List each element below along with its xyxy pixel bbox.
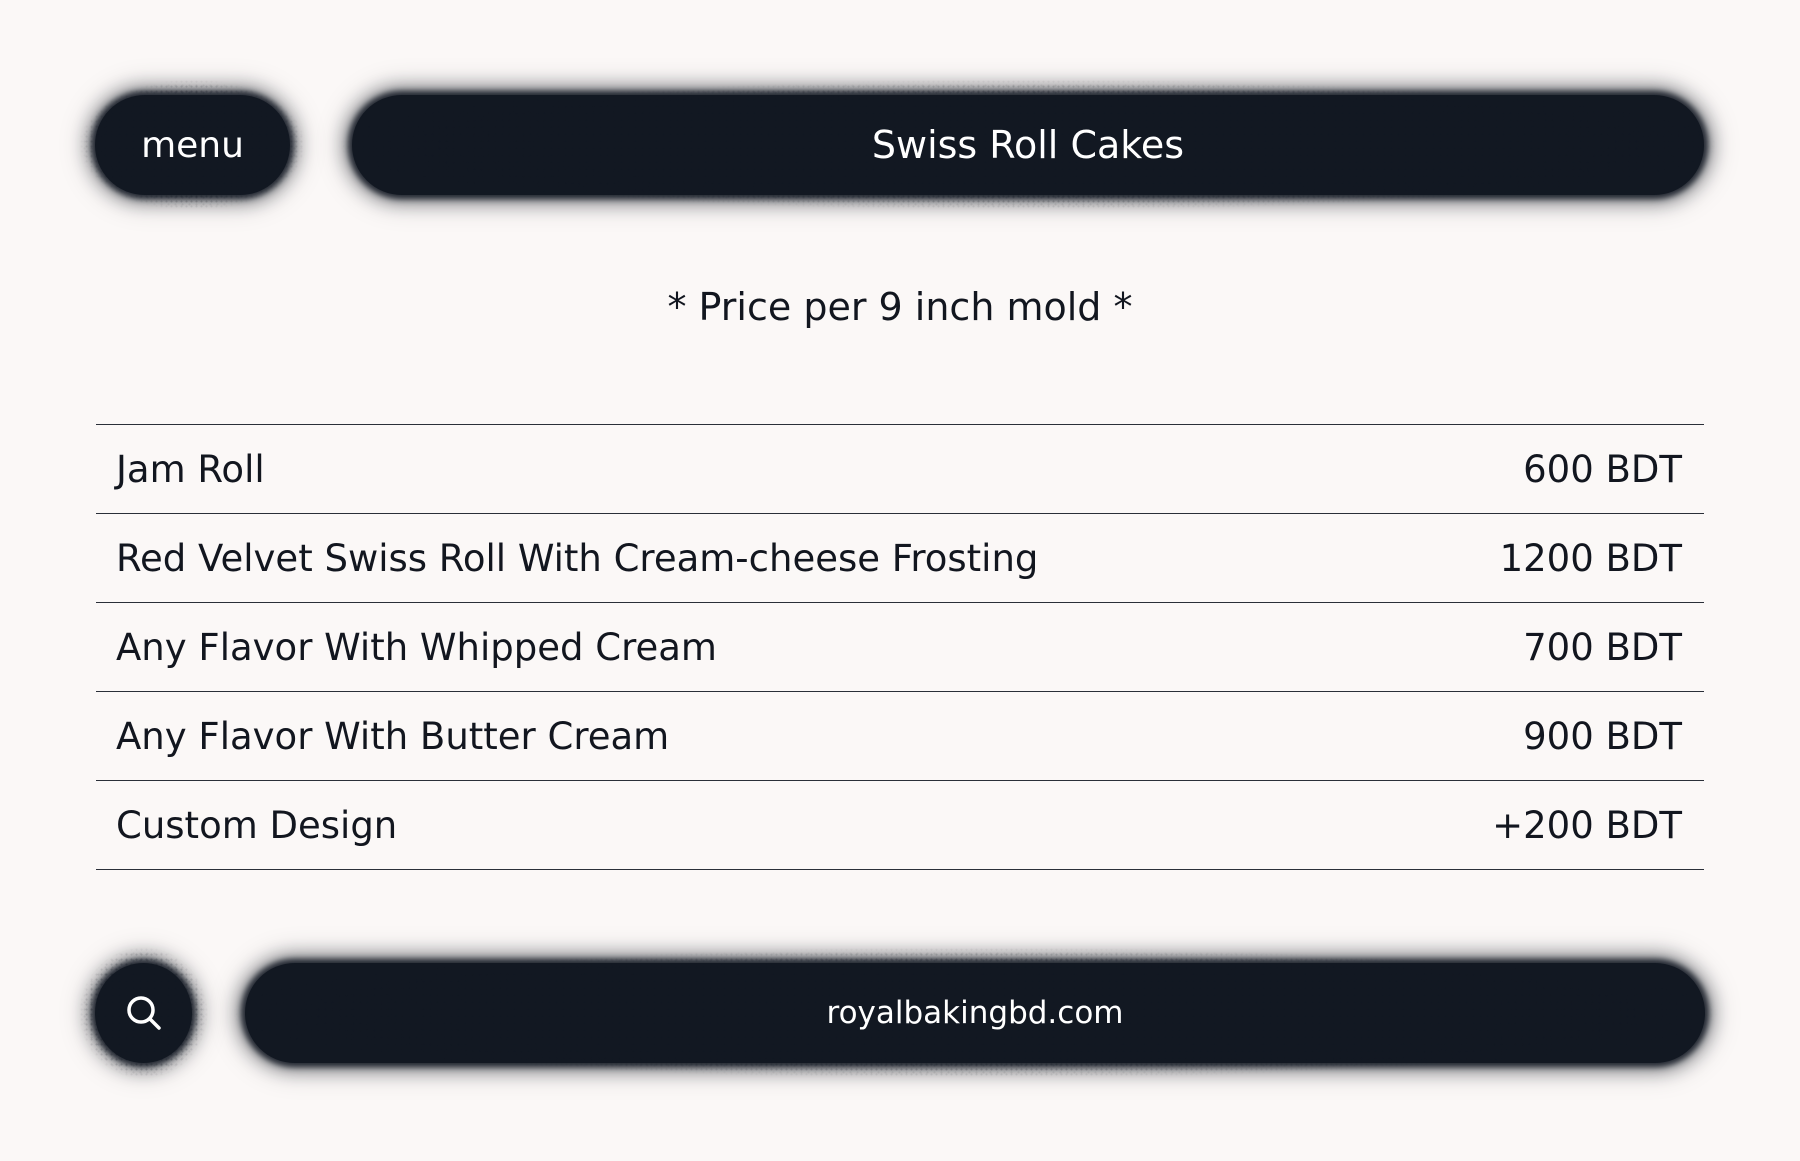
item-name: Red Velvet Swiss Roll With Cream-cheese … xyxy=(116,536,1039,580)
list-item: Any Flavor With Whipped Cream 700 BDT xyxy=(96,603,1704,692)
page-title: Swiss Roll Cakes xyxy=(871,123,1185,167)
item-name: Custom Design xyxy=(116,803,398,847)
item-price: 600 BDT xyxy=(1523,447,1682,491)
list-item: Red Velvet Swiss Roll With Cream-cheese … xyxy=(96,514,1704,603)
search-icon xyxy=(126,996,161,1030)
menu-button[interactable]: menu xyxy=(79,79,306,211)
item-price: 1200 BDT xyxy=(1499,536,1682,580)
search-button[interactable] xyxy=(79,947,208,1079)
list-item: Jam Roll 600 BDT xyxy=(96,425,1704,514)
item-name: Any Flavor With Butter Cream xyxy=(116,714,670,758)
page-title-bar: Swiss Roll Cakes xyxy=(336,79,1720,211)
item-price: 900 BDT xyxy=(1523,714,1682,758)
item-price: +200 BDT xyxy=(1492,803,1682,847)
menu-button-label: menu xyxy=(141,124,244,166)
list-item: Custom Design +200 BDT xyxy=(96,781,1704,870)
list-item: Any Flavor With Butter Cream 900 BDT xyxy=(96,692,1704,781)
site-link[interactable]: royalbakingbd.com xyxy=(229,947,1721,1079)
item-name: Any Flavor With Whipped Cream xyxy=(116,625,717,669)
price-note: * Price per 9 inch mold * xyxy=(667,285,1133,329)
site-url: royalbakingbd.com xyxy=(826,995,1124,1031)
item-name: Jam Roll xyxy=(116,447,265,491)
price-list: Jam Roll 600 BDT Red Velvet Swiss Roll W… xyxy=(96,424,1704,870)
item-price: 700 BDT xyxy=(1523,625,1682,669)
